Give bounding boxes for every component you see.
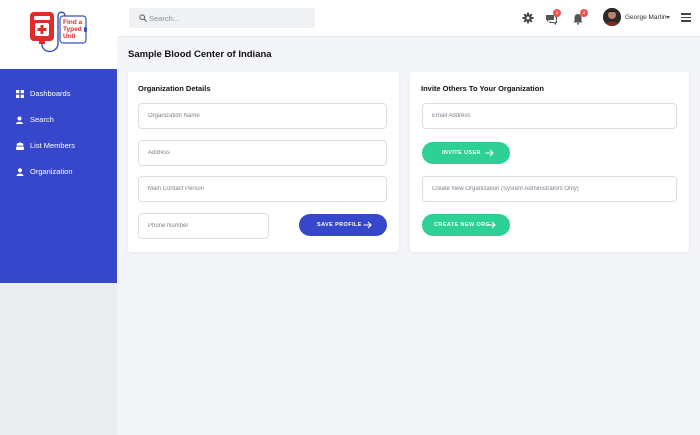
invite-user-button[interactable]: INVITE USER [422, 142, 510, 164]
brand-logo[interactable]: Find a Typed Unit [27, 10, 89, 58]
button-label: SAVE PROFILE [317, 222, 362, 228]
sidebar-item-label: Organization [30, 167, 73, 176]
logo-area: Find a Typed Unit [0, 0, 117, 69]
svg-text:Typed: Typed [63, 26, 82, 33]
search-box [129, 8, 315, 28]
organization-name-field [138, 103, 387, 129]
button-label: CREATE NEW ORG [434, 222, 491, 228]
address-input[interactable] [139, 141, 386, 165]
notifications-button[interactable]: 4 [572, 9, 588, 25]
main-contact-field [138, 176, 387, 202]
svg-text:Find a: Find a [63, 19, 83, 26]
new-organization-input[interactable] [423, 177, 676, 201]
menu-icon[interactable] [681, 13, 691, 22]
sidebar-item-organization[interactable]: Organization [0, 162, 117, 182]
invite-card: Invite Others To Your Organization INVIT… [410, 72, 689, 252]
user-icon [16, 168, 24, 176]
phone-number-input[interactable] [139, 214, 268, 238]
messages-badge: 3 [553, 9, 561, 17]
top-bar: 3 4 George Martin [117, 0, 700, 37]
organization-name-input[interactable] [139, 104, 386, 128]
sidebar-item-dashboards[interactable]: Dashboards [0, 84, 117, 104]
card-title: Invite Others To Your Organization [421, 84, 544, 93]
sidebar-item-search[interactable]: Search [0, 110, 117, 130]
page-title: Sample Blood Center of Indiana [128, 49, 272, 60]
new-organization-field [422, 176, 677, 202]
grid-icon [16, 90, 24, 98]
sidebar: Find a Typed Unit Dashboards Search List… [0, 0, 117, 435]
user-menu[interactable]: George Martin [603, 8, 675, 28]
create-new-org-button[interactable]: CREATE NEW ORG [422, 214, 510, 236]
sidebar-nav: Dashboards Search List Members Organizat… [0, 69, 117, 283]
organization-details-card: Organization Details SAVE PROFILE [128, 72, 399, 252]
gear-icon[interactable] [522, 12, 534, 24]
search-input[interactable] [149, 8, 309, 28]
users-icon [16, 142, 24, 150]
svg-text:Unit: Unit [63, 33, 76, 40]
arrow-right-icon [487, 221, 496, 229]
address-field [138, 140, 387, 166]
messages-button[interactable]: 3 [545, 9, 561, 26]
sidebar-item-label: List Members [30, 141, 76, 150]
card-title: Organization Details [138, 84, 211, 93]
arrow-right-icon [363, 221, 372, 229]
main-contact-input[interactable] [139, 177, 386, 201]
email-input[interactable] [423, 104, 676, 128]
sidebar-item-label: Dashboards [30, 89, 71, 98]
avatar [603, 8, 621, 26]
sidebar-item-list-members[interactable]: List Members [0, 136, 117, 156]
notifications-badge: 4 [580, 9, 588, 17]
button-label: INVITE USER [442, 150, 481, 156]
phone-number-field [138, 213, 269, 239]
arrow-right-icon [485, 149, 494, 157]
email-field [422, 103, 677, 129]
search-user-icon [16, 116, 23, 124]
sidebar-item-label: Search [30, 115, 54, 124]
chevron-down-icon [666, 16, 670, 19]
save-profile-button[interactable]: SAVE PROFILE [299, 214, 387, 236]
user-name: George Martin [625, 14, 667, 21]
search-icon [139, 14, 147, 22]
